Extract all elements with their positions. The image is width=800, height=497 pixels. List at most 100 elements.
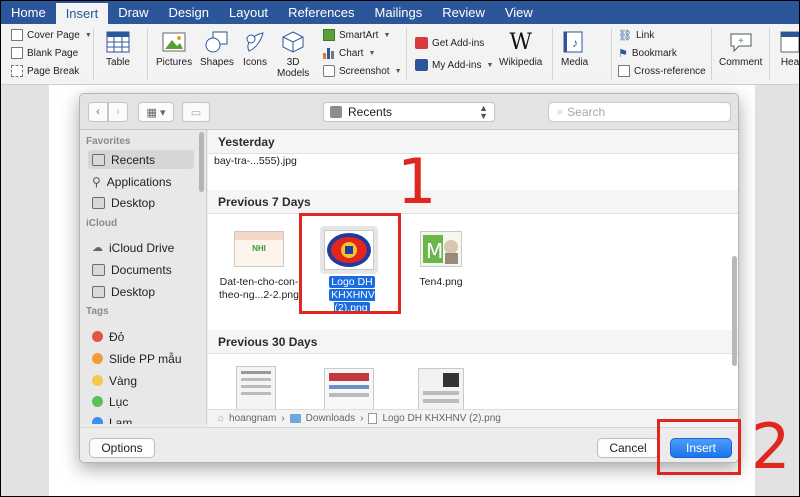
pictures-button[interactable]: Pictures	[156, 30, 192, 68]
ribbon-divider	[93, 28, 94, 80]
table-button[interactable]: Table	[105, 30, 131, 68]
chevron-down-icon: ▼	[368, 49, 376, 57]
annotation-number-step-2: 2	[751, 410, 791, 483]
pages-group: Cover Page ▼ Blank Page Page Break	[11, 26, 92, 80]
smartart-button[interactable]: SmartArt ▼	[323, 26, 402, 44]
sidebar-tag-do[interactable]: Đỏ	[88, 327, 194, 346]
pictures-icon	[161, 30, 187, 54]
cross-reference-button[interactable]: Cross-reference	[618, 62, 706, 80]
sidebar-tag-lam[interactable]: Lam	[88, 413, 194, 424]
chart-icon	[323, 47, 335, 59]
sidebar-item-documents[interactable]: Documents	[88, 260, 194, 279]
grid-view-icon: ▦ ▾	[146, 106, 166, 119]
sidebar-item-applications[interactable]: ⚲ Applications	[88, 172, 194, 191]
tags-header: Tags	[86, 306, 109, 317]
icons-button[interactable]: Icons	[242, 30, 268, 68]
icons-label: Icons	[243, 57, 267, 68]
tab-view[interactable]: View	[495, 1, 543, 24]
search-field[interactable]: ⌕ Search	[548, 102, 731, 122]
sidebar-tag-luc[interactable]: Lục	[88, 392, 194, 411]
tab-draw[interactable]: Draw	[108, 1, 158, 24]
tab-design[interactable]: Design	[159, 1, 219, 24]
chevron-down-icon: ▼	[383, 31, 391, 39]
shapes-button[interactable]: Shapes	[200, 30, 234, 68]
recents-icon	[330, 106, 342, 118]
ten4-image: M	[423, 235, 458, 264]
chevron-right-icon: ›	[281, 413, 285, 424]
blank-page-label: Blank Page	[27, 47, 79, 59]
chevron-down-icon: ▼	[394, 67, 402, 75]
dialog-toolbar: ‹ › ▦ ▾ ▭ Recents ▲ ▼ ⌕ Search	[80, 94, 738, 130]
tag-dot-icon	[92, 417, 103, 424]
sidebar-item-label: Applications	[106, 174, 172, 189]
back-button[interactable]: ‹	[88, 102, 108, 122]
tab-mailings[interactable]: Mailings	[365, 1, 433, 24]
tab-layout[interactable]: Layout	[219, 1, 278, 24]
path-segment[interactable]: hoangnam	[229, 413, 276, 424]
puzzle-icon	[415, 59, 428, 71]
blank-page-button[interactable]: Blank Page	[11, 44, 92, 62]
search-icon: ⌕	[557, 105, 564, 118]
file-name[interactable]: Dat-ten-cho-con- theo-ng...2-2.png	[210, 276, 308, 302]
sidebar-tag-slide[interactable]: Slide PP mẫu	[88, 349, 194, 368]
sidebar-item-label: Vàng	[109, 373, 138, 388]
tab-home[interactable]: Home	[1, 1, 56, 24]
store-icon	[415, 37, 428, 49]
sidebar-item-desktop[interactable]: Desktop	[88, 193, 194, 212]
comment-button[interactable]: + Comment	[719, 30, 762, 68]
ribbon-divider	[147, 28, 148, 80]
link-label: Link	[635, 29, 655, 41]
tab-references[interactable]: References	[278, 1, 364, 24]
thumbnail-line	[241, 392, 271, 395]
sidebar-item-recents[interactable]: Recents	[88, 150, 194, 169]
chevron-right-icon: ›	[360, 413, 364, 424]
get-addins-button[interactable]: Get Add-ins	[415, 32, 493, 54]
sidebar-scrollbar[interactable]	[199, 132, 204, 192]
path-segment[interactable]: Logo DH KHXHNV (2).png	[382, 413, 500, 424]
file-name[interactable]: bay-tra-...555).jpg	[214, 155, 297, 168]
bookmark-button[interactable]: ⚑ Bookmark	[618, 44, 706, 62]
view-options-button[interactable]: ▦ ▾	[138, 102, 174, 122]
options-button[interactable]: Options	[89, 438, 155, 458]
svg-text:M: M	[426, 239, 443, 263]
shapes-icon	[204, 30, 230, 54]
sidebar-item-icloud-desktop[interactable]: Desktop	[88, 282, 194, 301]
tab-insert[interactable]: Insert	[55, 3, 109, 24]
cancel-button[interactable]: Cancel	[597, 438, 659, 458]
file-thumbnail[interactable]: M	[420, 231, 462, 267]
thumbnail-line	[241, 371, 271, 374]
table-icon	[105, 30, 131, 54]
file-name[interactable]: Ten4.png	[404, 276, 478, 289]
folder-icon: ▭	[190, 106, 202, 119]
sidebar-item-label: Lam	[109, 415, 133, 425]
wikipedia-button[interactable]: W Wikipedia	[499, 30, 542, 68]
home-icon: ⌂	[218, 413, 225, 424]
page-break-button[interactable]: Page Break	[11, 62, 92, 80]
media-button[interactable]: ♪ Media	[561, 30, 588, 68]
chevron-down-icon: ▼	[84, 31, 92, 39]
ribbon-divider	[769, 28, 770, 80]
path-segment[interactable]: Downloads	[306, 413, 355, 424]
3d-models-button[interactable]: 3D Models	[277, 30, 309, 79]
cover-page-button[interactable]: Cover Page ▼	[11, 26, 92, 44]
icloud-header: iCloud	[86, 218, 118, 229]
sidebar-tag-vang[interactable]: Vàng	[88, 371, 194, 390]
cross-reference-label: Cross-reference	[634, 65, 706, 77]
forward-button[interactable]: ›	[108, 102, 128, 122]
link-button[interactable]: ⛓ Link	[618, 26, 706, 44]
file-thumbnail[interactable]: NHI	[234, 231, 284, 267]
content-scrollbar[interactable]	[732, 256, 737, 366]
tab-review[interactable]: Review	[432, 1, 495, 24]
my-addins-button[interactable]: My Add-ins ▼	[415, 54, 493, 76]
new-folder-button[interactable]: ▭	[182, 102, 210, 122]
location-popup[interactable]: Recents ▲ ▼	[323, 102, 495, 122]
header-button[interactable]: Hea	[777, 30, 799, 68]
chart-button[interactable]: Chart ▼	[323, 44, 402, 62]
sidebar-item-icloud-drive[interactable]: ☁ iCloud Drive	[88, 238, 194, 257]
thumbnail-line	[241, 385, 271, 388]
wikipedia-icon: W	[509, 29, 532, 55]
screenshot-button[interactable]: Screenshot ▼	[323, 62, 402, 80]
sidebar-item-label: Recents	[111, 152, 156, 167]
blank-page-icon	[11, 47, 23, 59]
ribbon-divider	[611, 28, 612, 80]
